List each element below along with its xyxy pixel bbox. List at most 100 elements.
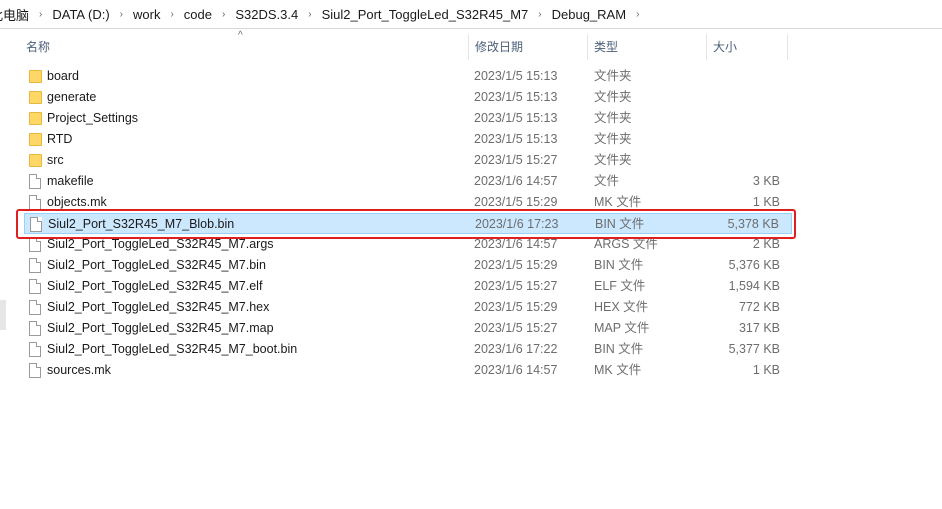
file-type: 文件夹	[594, 90, 632, 104]
file-type: 文件夹	[594, 69, 632, 83]
file-icon	[29, 258, 41, 273]
file-icon	[30, 217, 42, 232]
file-name: makefile	[47, 174, 94, 188]
folder-icon	[29, 133, 42, 146]
file-row[interactable]: Siul2_Port_ToggleLed_S32R45_M7.map 2023/…	[24, 318, 792, 339]
chevron-right-icon[interactable]: ›	[630, 9, 645, 20]
file-row[interactable]: src 2023/1/5 15:27 文件夹	[24, 150, 792, 171]
file-icon	[29, 237, 41, 252]
file-name: objects.mk	[47, 195, 107, 209]
file-name: Siul2_Port_ToggleLed_S32R45_M7.hex	[47, 300, 270, 314]
file-type: 文件夹	[594, 111, 632, 125]
file-row[interactable]: Siul2_Port_ToggleLed_S32R45_M7.args 2023…	[24, 234, 792, 255]
file-date: 2023/1/5 15:13	[474, 90, 558, 104]
file-date: 2023/1/5 15:13	[474, 111, 558, 125]
folder-icon	[29, 91, 42, 104]
file-name: board	[47, 69, 79, 83]
file-type: 文件	[594, 174, 620, 188]
file-type: BIN 文件	[594, 342, 644, 356]
file-date: 2023/1/6 17:23	[475, 217, 559, 231]
file-name: Siul2_Port_ToggleLed_S32R45_M7.elf	[47, 279, 263, 293]
file-type: ARGS 文件	[594, 237, 658, 251]
file-row[interactable]: makefile 2023/1/6 14:57 文件 3 KB	[24, 171, 792, 192]
file-row[interactable]: Siul2_Port_ToggleLed_S32R45_M7_boot.bin …	[24, 339, 792, 360]
file-size: 1,594 KB	[728, 279, 780, 293]
column-date[interactable]: 修改日期	[469, 34, 523, 60]
file-size: 5,376 KB	[728, 258, 780, 272]
file-size: 5,378 KB	[727, 217, 779, 231]
file-size: 1 KB	[752, 195, 780, 209]
file-date: 2023/1/5 15:29	[474, 195, 558, 209]
file-row[interactable]: Siul2_Port_ToggleLed_S32R45_M7.hex 2023/…	[24, 297, 792, 318]
chevron-right-icon[interactable]: ›	[302, 9, 317, 20]
file-row[interactable]: RTD 2023/1/5 15:13 文件夹	[24, 129, 792, 150]
breadcrumb-item[interactable]: code	[180, 7, 216, 22]
column-size[interactable]: 大小	[707, 34, 737, 60]
file-row[interactable]: objects.mk 2023/1/5 15:29 MK 文件 1 KB	[24, 192, 792, 213]
chevron-right-icon[interactable]: ›	[532, 9, 547, 20]
file-name: Siul2_Port_ToggleLed_S32R45_M7.map	[47, 321, 274, 335]
chevron-right-icon[interactable]: ›	[164, 9, 179, 20]
file-size: 1 KB	[752, 363, 780, 377]
file-size: 3 KB	[752, 174, 780, 188]
file-type: 文件夹	[594, 132, 632, 146]
file-name: Siul2_Port_S32R45_M7_Blob.bin	[48, 217, 235, 231]
folder-icon	[29, 70, 42, 83]
folder-icon	[29, 112, 42, 125]
file-name: sources.mk	[47, 363, 111, 377]
file-date: 2023/1/5 15:13	[474, 132, 558, 146]
breadcrumb-item[interactable]: Debug_RAM	[548, 7, 630, 22]
file-row[interactable]: board 2023/1/5 15:13 文件夹	[24, 66, 792, 87]
file-name: src	[47, 153, 64, 167]
file-date: 2023/1/5 15:13	[474, 69, 558, 83]
breadcrumb: 此电脑›DATA (D:)›work›code›S32DS.3.4›Siul2_…	[0, 0, 942, 29]
chevron-right-icon[interactable]: ›	[33, 9, 48, 20]
file-date: 2023/1/6 14:57	[474, 237, 558, 251]
column-type[interactable]: 类型	[588, 34, 618, 60]
folder-icon	[29, 154, 42, 167]
file-icon	[29, 363, 41, 378]
file-icon	[29, 174, 41, 189]
column-divider[interactable]	[787, 34, 788, 60]
file-name: Siul2_Port_ToggleLed_S32R45_M7_boot.bin	[47, 342, 298, 356]
chevron-right-icon[interactable]: ›	[114, 9, 129, 20]
file-type: 文件夹	[594, 153, 632, 167]
file-row[interactable]: Project_Settings 2023/1/5 15:13 文件夹	[24, 108, 792, 129]
breadcrumb-item[interactable]: DATA (D:)	[48, 7, 113, 22]
file-row[interactable]: generate 2023/1/5 15:13 文件夹	[24, 87, 792, 108]
file-icon	[29, 300, 41, 315]
file-name: generate	[47, 90, 97, 104]
file-date: 2023/1/5 15:27	[474, 279, 558, 293]
file-type: MAP 文件	[594, 321, 650, 335]
file-type: BIN 文件	[594, 258, 644, 272]
file-type: ELF 文件	[594, 279, 646, 293]
file-icon	[29, 342, 41, 357]
breadcrumb-item[interactable]: work	[129, 7, 164, 22]
nav-pane-scrollbar[interactable]	[0, 300, 6, 330]
file-size: 5,377 KB	[728, 342, 780, 356]
file-icon	[29, 321, 41, 336]
file-date: 2023/1/5 15:29	[474, 300, 558, 314]
file-name: Siul2_Port_ToggleLed_S32R45_M7.args	[47, 237, 274, 251]
file-row[interactable]: Siul2_Port_ToggleLed_S32R45_M7.bin 2023/…	[24, 255, 792, 276]
file-size: 317 KB	[738, 321, 780, 335]
file-name: Siul2_Port_ToggleLed_S32R45_M7.bin	[47, 258, 266, 272]
file-name: RTD	[47, 132, 73, 146]
file-date: 2023/1/5 15:27	[474, 321, 558, 335]
file-icon	[29, 279, 41, 294]
breadcrumb-item[interactable]: S32DS.3.4	[231, 7, 302, 22]
file-type: HEX 文件	[594, 300, 649, 314]
file-row[interactable]: sources.mk 2023/1/6 14:57 MK 文件 1 KB	[24, 360, 792, 381]
file-icon	[29, 195, 41, 210]
breadcrumb-item[interactable]: 此电脑	[0, 5, 33, 24]
file-row[interactable]: Siul2_Port_ToggleLed_S32R45_M7.elf 2023/…	[24, 276, 792, 297]
column-name[interactable]: 名称	[20, 34, 50, 60]
file-date: 2023/1/6 14:57	[474, 363, 558, 377]
file-row[interactable]: Siul2_Port_S32R45_M7_Blob.bin 2023/1/6 1…	[24, 213, 792, 234]
file-size: 772 KB	[738, 300, 780, 314]
file-date: 2023/1/5 15:29	[474, 258, 558, 272]
file-type: MK 文件	[594, 363, 642, 377]
chevron-right-icon[interactable]: ›	[216, 9, 231, 20]
breadcrumb-item[interactable]: Siul2_Port_ToggleLed_S32R45_M7	[318, 7, 533, 22]
file-date: 2023/1/6 14:57	[474, 174, 558, 188]
